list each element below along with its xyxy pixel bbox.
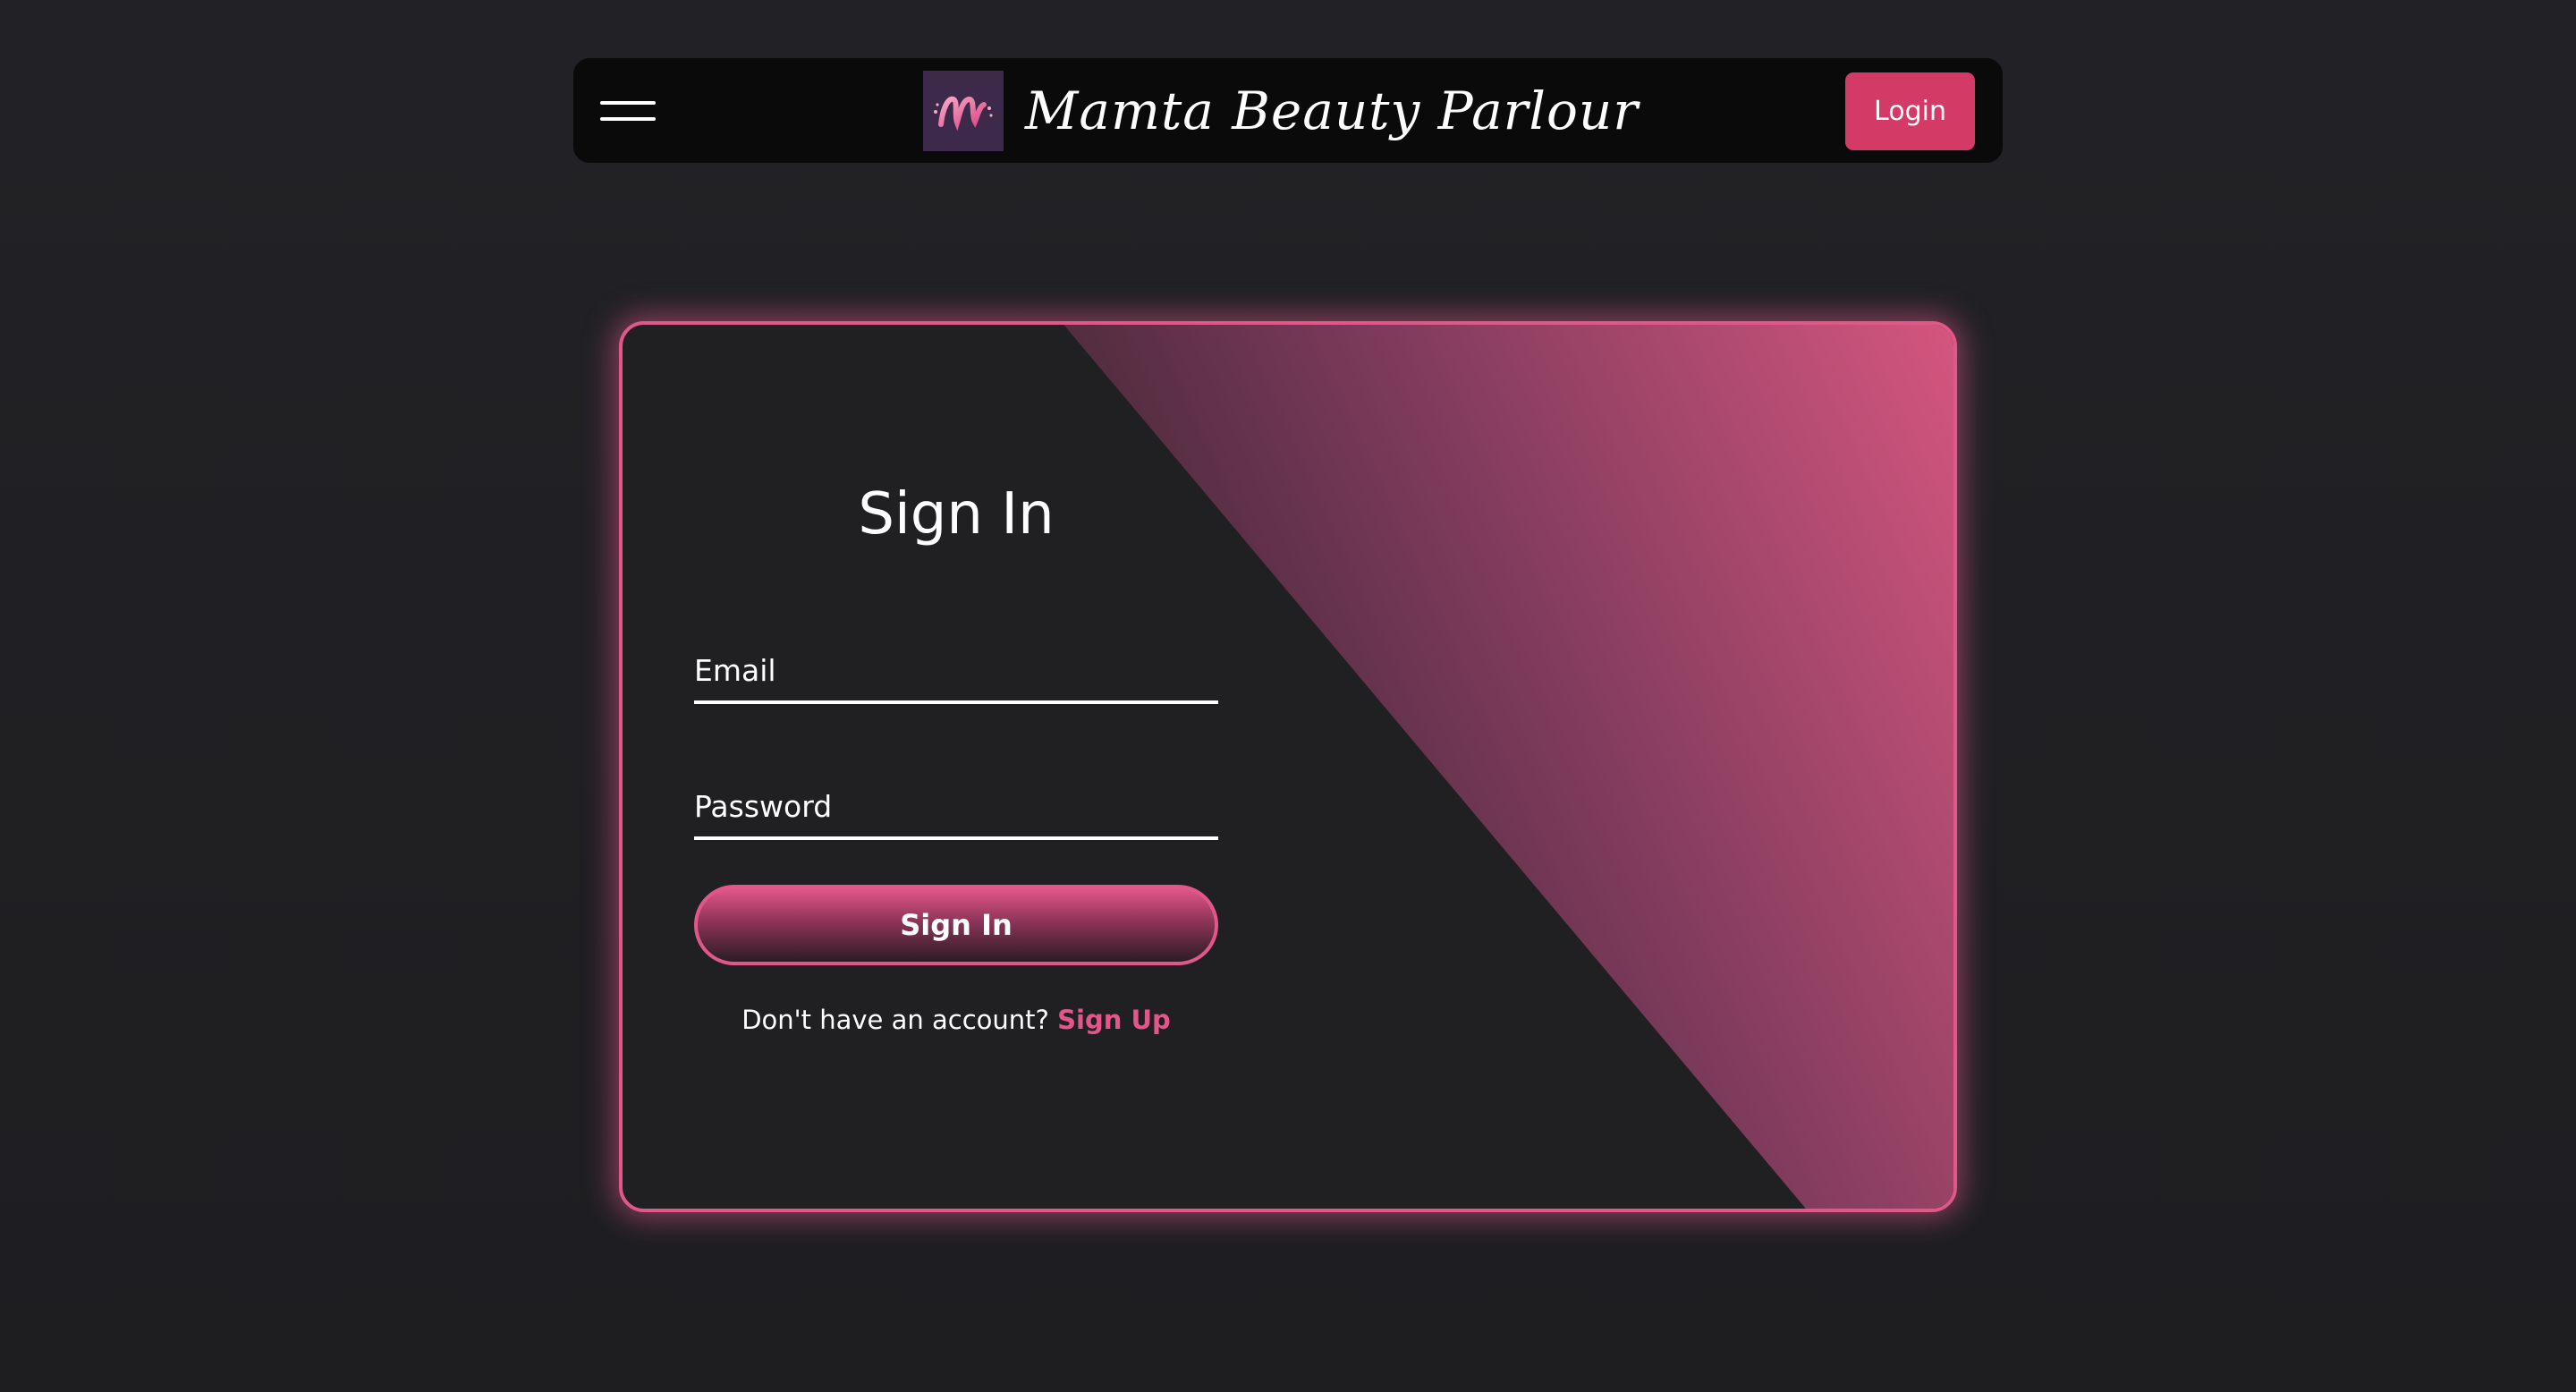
password-field[interactable] (694, 789, 1218, 824)
login-button[interactable]: Login (1845, 72, 1975, 150)
password-field-wrapper (694, 768, 1218, 840)
navbar: Mamta Beauty Parlour Login (573, 58, 2003, 163)
sign-up-link[interactable]: Sign Up (1057, 1005, 1171, 1035)
signin-form: Sign In Sign In Don't have an account? S… (694, 486, 1218, 1035)
email-field-wrapper (694, 632, 1218, 704)
m-logo-svg (934, 96, 993, 132)
hamburger-menu-icon[interactable] (600, 94, 656, 128)
signin-card: Sign In Sign In Don't have an account? S… (619, 321, 1957, 1212)
email-field[interactable] (694, 653, 1218, 688)
signup-prompt-line: Don't have an account? Sign Up (694, 1005, 1218, 1035)
sign-in-button[interactable]: Sign In (694, 885, 1218, 965)
hamburger-line-bottom (600, 117, 656, 121)
m-logo-icon (923, 71, 1004, 151)
signup-prompt-text: Don't have an account? (741, 1005, 1049, 1035)
hamburger-line-top (600, 101, 656, 105)
form-title: Sign In (858, 481, 1055, 547)
brand[interactable]: Mamta Beauty Parlour (923, 71, 1639, 151)
brand-title: Mamta Beauty Parlour (1025, 81, 1639, 141)
